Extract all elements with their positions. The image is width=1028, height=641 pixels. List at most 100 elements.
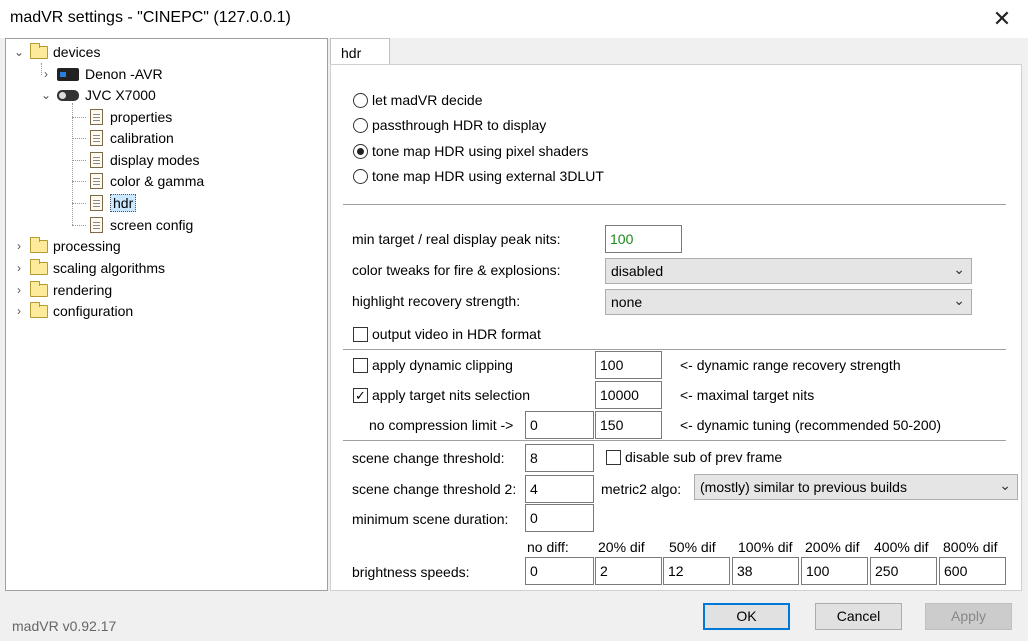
- tree-item-label: display modes: [110, 152, 200, 168]
- radio-let-madvr-decide[interactable]: let madVR decide: [353, 90, 483, 110]
- tree-item-scaling[interactable]: › scaling algorithms: [12, 258, 165, 278]
- tree-item-jvc[interactable]: ⌄ JVC X7000: [39, 85, 156, 105]
- document-icon: [90, 217, 103, 233]
- folder-icon: [30, 236, 48, 253]
- apply-button[interactable]: Apply: [925, 603, 1012, 630]
- scene-threshold2-input[interactable]: 4: [525, 475, 594, 503]
- color-tweaks-dropdown[interactable]: disabled ⌄: [605, 258, 972, 284]
- radio-tone-map-3dlut[interactable]: tone map HDR using external 3DLUT: [353, 166, 604, 186]
- checkbox-label: output video in HDR format: [372, 326, 541, 342]
- tree-item-label: Denon -AVR: [85, 66, 163, 82]
- tree-item-label: screen config: [110, 217, 194, 233]
- chevron-right-icon[interactable]: ›: [39, 67, 53, 81]
- ok-button[interactable]: OK: [703, 603, 790, 630]
- tree-line: [72, 138, 86, 139]
- radio-label: tone map HDR using external 3DLUT: [372, 168, 604, 184]
- chevron-right-icon[interactable]: ›: [12, 283, 26, 297]
- no-compression-input[interactable]: 0: [525, 411, 594, 439]
- brightness-speed-input[interactable]: 100: [801, 557, 868, 585]
- separator: [343, 440, 1006, 441]
- document-icon: [90, 130, 103, 146]
- radio-label: let madVR decide: [372, 92, 483, 108]
- tree-item-rendering[interactable]: › rendering: [12, 280, 112, 300]
- chevron-right-icon[interactable]: ›: [12, 261, 26, 275]
- tree-item-denon[interactable]: › Denon -AVR: [39, 64, 163, 84]
- target-nits-checkbox[interactable]: ✓ apply target nits selection: [353, 385, 530, 405]
- brightness-header: 400% dif: [874, 539, 929, 555]
- brightness-header: 800% dif: [943, 539, 998, 555]
- tree-line: [72, 103, 73, 225]
- tree-item-label: configuration: [53, 303, 134, 319]
- brightness-speed-input[interactable]: 250: [870, 557, 937, 585]
- tree-item-label: JVC X7000: [85, 87, 156, 103]
- radio-circle-selected[interactable]: [353, 143, 368, 159]
- tree-line: [72, 225, 86, 226]
- radio-circle[interactable]: [353, 168, 368, 184]
- dynamic-tuning-note: <- dynamic tuning (recommended 50-200): [680, 417, 942, 433]
- checkbox-box[interactable]: [353, 326, 368, 342]
- dropdown-value: disabled: [611, 263, 664, 279]
- min-target-input[interactable]: 100: [605, 225, 682, 253]
- dynamic-range-note: <- dynamic range recovery strength: [680, 357, 901, 373]
- tree-item-screen-config[interactable]: screen config: [90, 215, 193, 235]
- dynamic-clipping-checkbox[interactable]: apply dynamic clipping: [353, 355, 513, 375]
- tree-item-devices[interactable]: ⌄ devices: [12, 42, 100, 62]
- brightness-speed-input[interactable]: 600: [939, 557, 1006, 585]
- radio-tone-map-pixel-shaders[interactable]: tone map HDR using pixel shaders: [353, 141, 588, 161]
- highlight-recovery-dropdown[interactable]: none ⌄: [605, 289, 972, 315]
- scene-threshold-input[interactable]: 8: [525, 444, 594, 472]
- target-nits-input[interactable]: 10000: [595, 381, 662, 409]
- cancel-button[interactable]: Cancel: [815, 603, 902, 630]
- metric2-label: metric2 algo:: [601, 481, 682, 497]
- folder-icon: [30, 301, 48, 318]
- brightness-speed-input[interactable]: 0: [525, 557, 594, 585]
- brightness-speeds-label: brightness speeds:: [352, 564, 470, 580]
- tree-item-properties[interactable]: properties: [90, 107, 172, 127]
- chevron-down-icon[interactable]: ⌄: [39, 88, 53, 102]
- tree-item-calibration[interactable]: calibration: [90, 128, 174, 148]
- color-tweaks-label: color tweaks for fire & explosions:: [352, 262, 561, 278]
- version-label: madVR v0.92.17: [12, 618, 117, 634]
- tree-line: [72, 160, 86, 161]
- scene-threshold2-label: scene change threshold 2:: [352, 481, 517, 497]
- brightness-header: no diff:: [527, 539, 569, 555]
- tab-hdr[interactable]: hdr: [330, 38, 390, 65]
- document-icon: [90, 109, 103, 125]
- folder-icon: [30, 42, 48, 59]
- disable-sub-checkbox[interactable]: disable sub of prev frame: [606, 447, 782, 467]
- brightness-speed-input[interactable]: 12: [663, 557, 730, 585]
- min-scene-duration-label: minimum scene duration:: [352, 511, 509, 527]
- tree-item-hdr[interactable]: hdr: [90, 193, 137, 213]
- dynamic-tuning-input[interactable]: 150: [595, 411, 662, 439]
- chevron-down-icon[interactable]: ⌄: [12, 45, 26, 59]
- checkbox-box[interactable]: [606, 449, 621, 465]
- min-scene-duration-input[interactable]: 0: [525, 504, 594, 532]
- radio-circle[interactable]: [353, 92, 368, 108]
- tree-line: [72, 181, 86, 182]
- radio-passthrough-hdr[interactable]: passthrough HDR to display: [353, 115, 546, 135]
- dynamic-clipping-input[interactable]: 100: [595, 351, 662, 379]
- checkbox-box-checked[interactable]: ✓: [353, 387, 368, 403]
- checkbox-label: apply target nits selection: [372, 387, 530, 403]
- tree-item-color-gamma[interactable]: color & gamma: [90, 171, 204, 191]
- projector-icon: [57, 89, 79, 101]
- brightness-speed-input[interactable]: 2: [595, 557, 662, 585]
- output-hdr-checkbox[interactable]: output video in HDR format: [353, 324, 541, 344]
- metric2-dropdown[interactable]: (mostly) similar to previous builds ⌄: [694, 474, 1018, 500]
- checkbox-label: disable sub of prev frame: [625, 449, 783, 465]
- tree-item-display-modes[interactable]: display modes: [90, 150, 200, 170]
- tree-item-processing[interactable]: › processing: [12, 236, 121, 256]
- brightness-speed-input[interactable]: 38: [732, 557, 799, 585]
- chevron-right-icon[interactable]: ›: [12, 239, 26, 253]
- tree-item-configuration[interactable]: › configuration: [12, 301, 133, 321]
- tree-item-label: devices: [53, 44, 101, 60]
- radio-circle[interactable]: [353, 117, 368, 133]
- checkbox-box[interactable]: [353, 357, 368, 373]
- tree-item-label: properties: [110, 109, 173, 125]
- tree-item-label: rendering: [53, 282, 113, 298]
- tab-label: hdr: [341, 45, 362, 61]
- chevron-right-icon[interactable]: ›: [12, 304, 26, 318]
- tree-item-label: calibration: [110, 130, 174, 146]
- close-icon[interactable]: ✕: [990, 6, 1014, 32]
- document-icon: [90, 173, 103, 189]
